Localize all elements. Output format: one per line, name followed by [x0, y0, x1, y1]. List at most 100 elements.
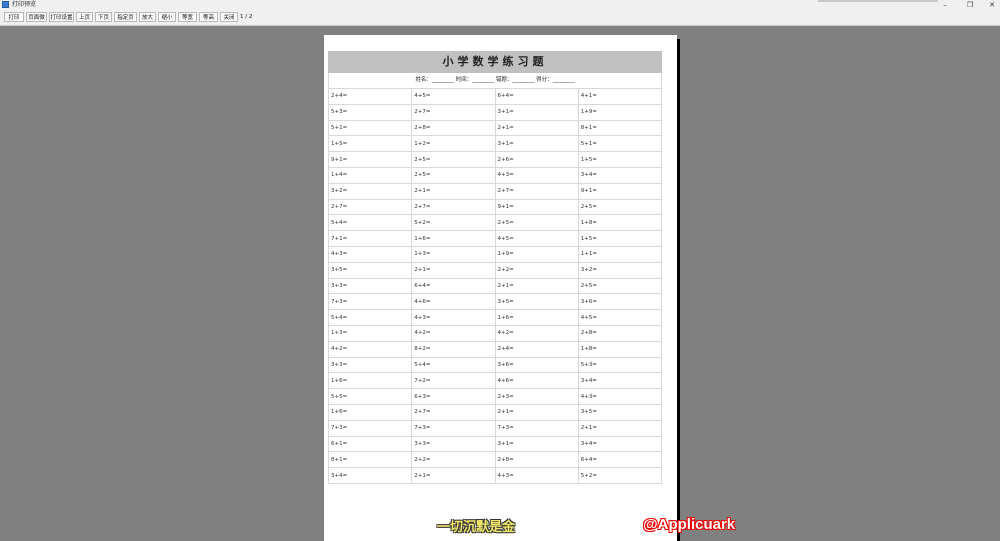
window-title: 打印预览	[12, 1, 37, 8]
problem-cell: 3+6=	[494, 356, 579, 374]
problem-cell: 5+3=	[327, 103, 413, 121]
zoom-in-button[interactable]: 放大	[139, 12, 156, 22]
table-row: 3+3= 5+4= 3+6= 5+3=	[327, 356, 663, 374]
ghost-bar	[818, 0, 938, 2]
problem-cell: 5+2=	[577, 467, 663, 484]
problem-cell: 2+4=	[494, 340, 579, 358]
problem-cell: 1+5=	[577, 151, 663, 168]
problem-cell: 2+8=	[577, 324, 663, 342]
problem-cell: 2+5=	[577, 277, 663, 295]
problem-cell: 4+3=	[494, 467, 579, 484]
problem-cell: 6+4=	[411, 277, 496, 295]
problem-cell: 2+7=	[411, 103, 496, 121]
problem-cell: 4+3=	[327, 245, 413, 263]
problem-cell: 2+2=	[411, 451, 496, 469]
problem-cell: 2+1=	[494, 403, 579, 421]
problem-cell: 2+8=	[494, 451, 579, 469]
prev-page-button[interactable]: 上页	[76, 12, 93, 22]
fit-height-button[interactable]: 等高	[199, 12, 218, 22]
problem-cell: 2+5=	[411, 166, 496, 184]
page-setup-button[interactable]: 页面微	[26, 12, 47, 22]
problem-cell: 4+2=	[494, 324, 579, 342]
problem-cell: 2+5=	[494, 214, 579, 232]
print-button[interactable]: 打印	[4, 12, 24, 22]
table-row: 3+4= 2+1= 4+3= 5+2=	[327, 467, 663, 484]
problem-cell: 3+4=	[577, 372, 663, 390]
table-row: 5+3= 2+7= 3+1= 1+9=	[327, 103, 663, 121]
table-row: 4+3= 1+3= 1+9= 1+1=	[327, 245, 663, 263]
problem-cell: 8+2=	[411, 340, 496, 358]
table-row: 2+4= 4+5= 6+4= 4+1=	[327, 88, 663, 105]
problem-cell: 2+4=	[327, 88, 413, 105]
problem-cell: 5+4=	[327, 214, 413, 232]
problem-cell: 7+3=	[327, 419, 413, 437]
problem-cell: 2+5=	[577, 198, 663, 216]
problem-cell: 3+3=	[411, 435, 496, 453]
problem-cell: 2+7=	[411, 403, 496, 421]
problem-cell: 1+6=	[327, 403, 413, 421]
table-row: 7+3= 7+3= 7+3= 2+1=	[327, 419, 663, 437]
problem-cell: 1+6=	[327, 372, 413, 390]
problem-cell: 8+1=	[327, 451, 413, 469]
problem-cell: 3+4=	[327, 467, 413, 484]
print-settings-button[interactable]: 打印设置	[49, 12, 74, 22]
problem-cell: 3+1=	[494, 103, 579, 121]
table-row: 8+1= 2+2= 2+8= 6+4=	[327, 451, 663, 469]
problem-cell: 4+5=	[411, 88, 496, 105]
problem-cell: 4+6=	[494, 372, 579, 390]
problem-cell: 2+2=	[494, 261, 579, 279]
problems-table: 2+4= 4+5= 6+4= 4+1= 5+3= 2+7= 3+1= 1+9= 5+1= 2+8=…	[327, 88, 663, 484]
problem-cell: 3+5=	[494, 293, 579, 311]
table-row: 3+3= 6+4= 2+1= 2+5=	[327, 277, 663, 295]
problem-cell: 4+1=	[577, 88, 663, 105]
goto-page-button[interactable]: 指定页	[114, 12, 137, 22]
problem-cell: 5+4=	[411, 356, 496, 374]
table-row: 7+3= 4+6= 3+5= 3+6=	[327, 293, 663, 311]
problem-cell: 7+1=	[327, 230, 413, 247]
problem-cell: 2+5=	[411, 151, 496, 168]
problem-cell: 1+8=	[577, 340, 663, 358]
problem-cell: 2+7=	[494, 182, 579, 200]
title-bar: 打印预览 – ❐ ✕	[0, 0, 1000, 10]
problem-cell: 3+5=	[577, 403, 663, 421]
problem-cell: 3+4=	[577, 166, 663, 184]
fit-width-button[interactable]: 等宽	[178, 12, 197, 22]
problem-cell: 5+1=	[327, 119, 413, 137]
problem-cell: 4+2=	[411, 324, 496, 342]
page-indicator: 1 / 2	[240, 14, 253, 20]
problem-cell: 3+3=	[327, 356, 413, 374]
problem-cell: 1+5=	[577, 230, 663, 247]
problem-cell: 3+1=	[494, 435, 579, 453]
problem-cell: 4+3=	[577, 388, 663, 405]
problem-cell: 3+5=	[327, 261, 413, 279]
close-window-icon[interactable]: ✕	[983, 0, 1000, 10]
problem-cell: 8+1=	[577, 119, 663, 137]
table-row: 1+6= 7+2= 4+6= 3+4=	[327, 372, 663, 390]
table-row: 2+7= 2+7= 9+1= 2+5=	[327, 198, 663, 216]
problem-cell: 4+6=	[411, 293, 496, 311]
maximize-icon[interactable]: ❐	[961, 0, 979, 10]
problem-cell: 2+1=	[411, 261, 496, 279]
zoom-out-button[interactable]: 缩小	[158, 12, 176, 22]
problem-cell: 1+9=	[494, 245, 579, 263]
problem-cell: 5+4=	[327, 309, 413, 326]
table-row: 6+1= 3+3= 3+1= 3+4=	[327, 435, 663, 453]
table-row: 9+1= 2+5= 2+6= 1+5=	[327, 151, 663, 168]
problem-cell: 6+3=	[411, 388, 496, 405]
table-row: 1+5= 1+2= 3+1= 5+1=	[327, 135, 663, 153]
watermark-left: 一切沉默是金	[437, 520, 516, 535]
student-info-line: 姓名：________ 时间：________ 错题：________ 得分：_…	[328, 73, 662, 88]
problem-cell: 4+5=	[494, 230, 579, 247]
problem-cell: 2+1=	[411, 467, 496, 484]
next-page-button[interactable]: 下页	[95, 12, 112, 22]
problem-cell: 2+1=	[494, 119, 579, 137]
problem-cell: 3+1=	[494, 135, 579, 153]
table-row: 3+2= 2+1= 2+7= 9+1=	[327, 182, 663, 200]
problem-cell: 3+4=	[577, 435, 663, 453]
close-button[interactable]: 关闭	[220, 12, 238, 22]
problem-cell: 7+3=	[411, 419, 496, 437]
problem-cell: 9+1=	[327, 151, 413, 168]
problem-cell: 3+2=	[577, 261, 663, 279]
minimize-icon[interactable]: –	[936, 0, 954, 10]
problem-cell: 1+2=	[411, 135, 496, 153]
